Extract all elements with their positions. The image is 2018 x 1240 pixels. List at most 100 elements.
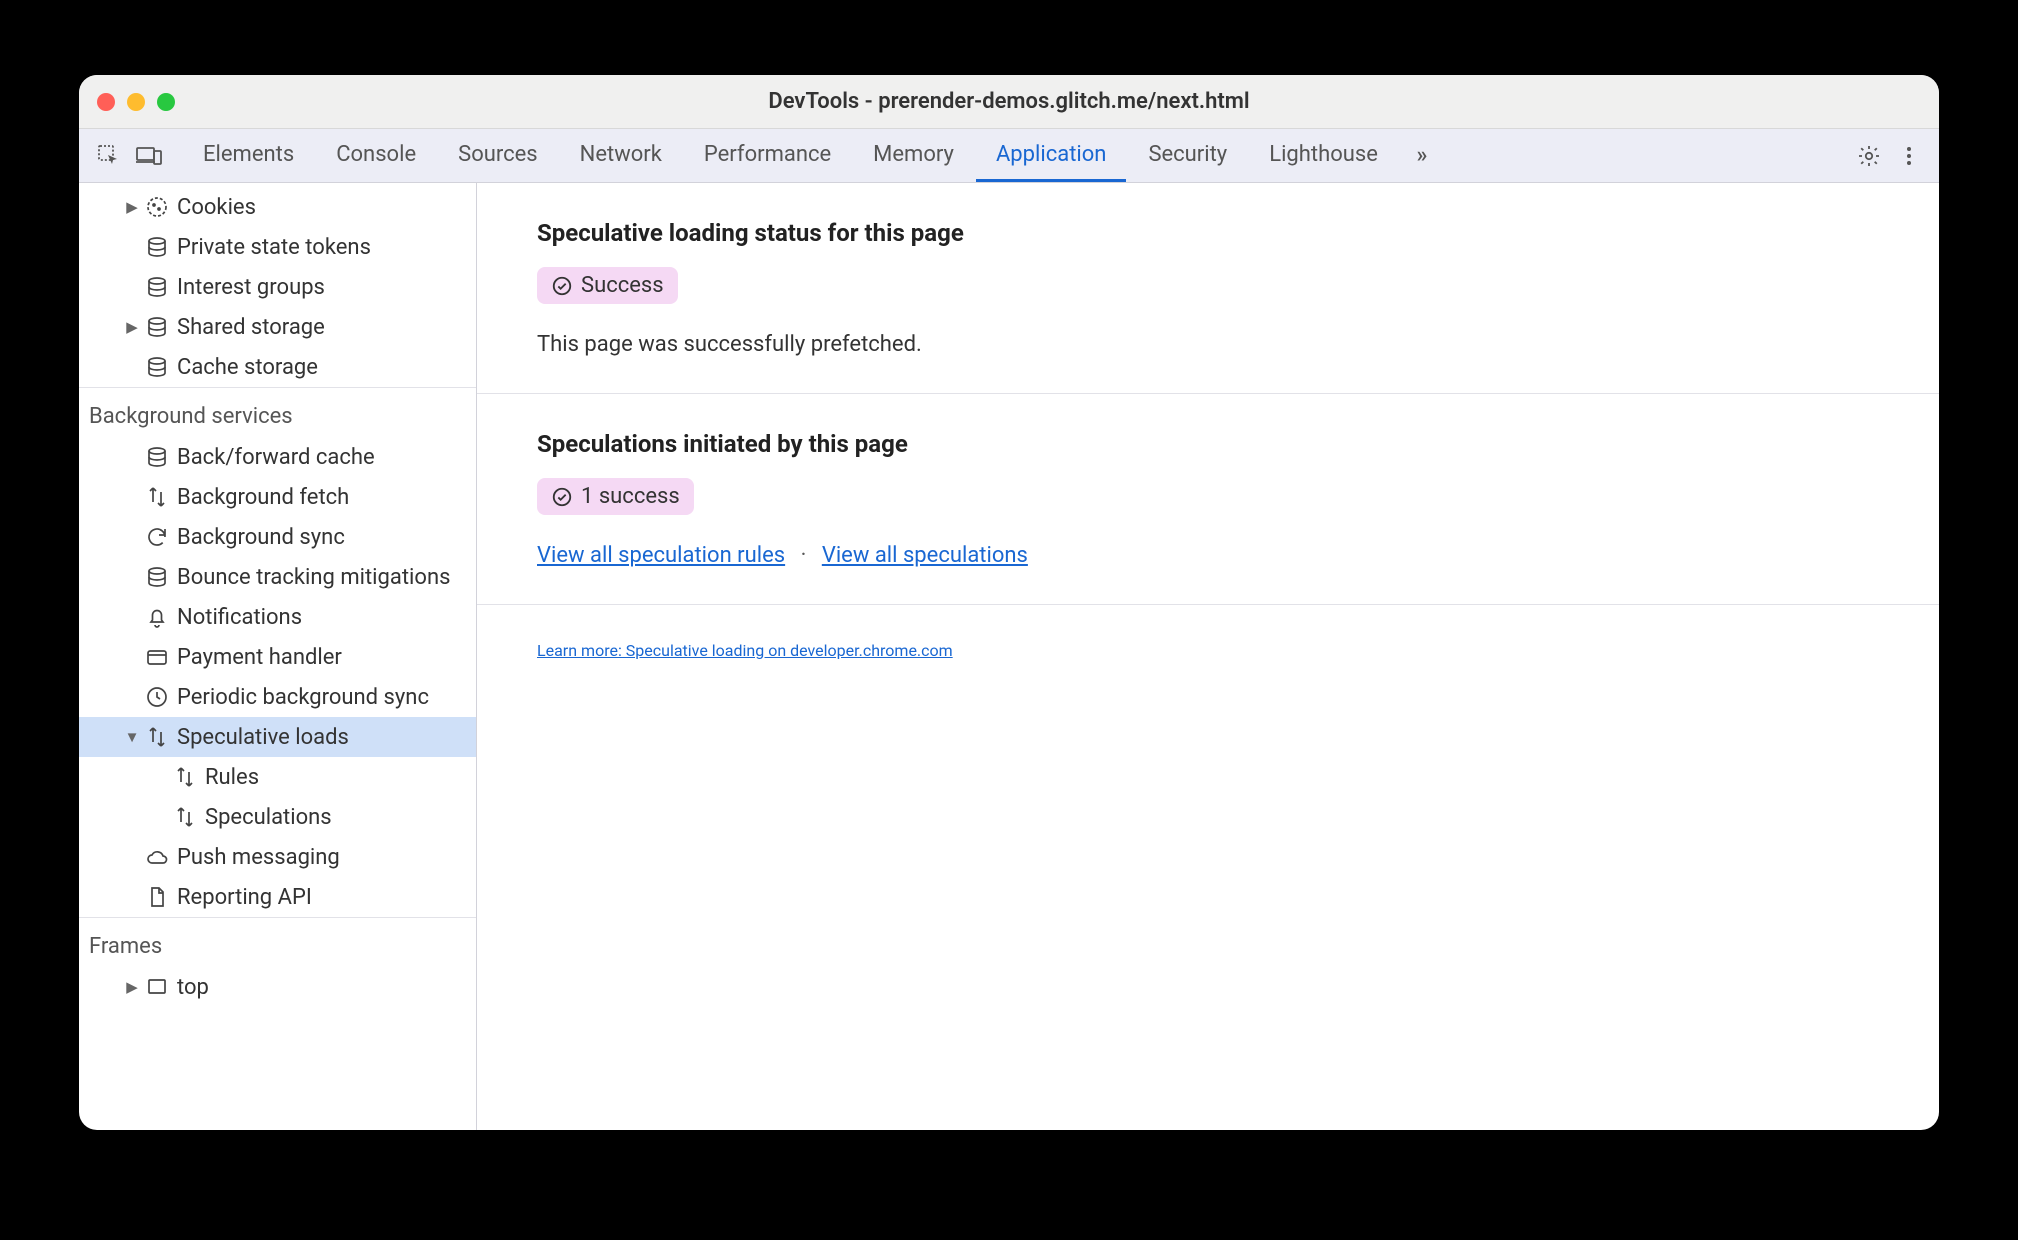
- sidebar-item-label: Push messaging: [177, 845, 340, 870]
- sidebar-item-notifications[interactable]: Notifications: [79, 597, 476, 637]
- titlebar: DevTools - prerender-demos.glitch.me/nex…: [79, 75, 1939, 129]
- speculations-badge: 1 success: [537, 478, 694, 515]
- select-element-icon[interactable]: [93, 140, 125, 172]
- expand-arrow-icon: ▶: [121, 978, 143, 996]
- device-toggle-icon[interactable]: [133, 140, 165, 172]
- sidebar-item-label: Background fetch: [177, 485, 349, 510]
- traffic-lights: [97, 93, 175, 111]
- gear-icon[interactable]: [1853, 140, 1885, 172]
- status-block: Speculative loading status for this page…: [477, 183, 1939, 394]
- main-panel: Speculative loading status for this page…: [477, 183, 1939, 1130]
- view-rules-link[interactable]: View all speculation rules: [537, 543, 785, 568]
- sidebar-item-interest-groups[interactable]: Interest groups: [79, 267, 476, 307]
- cloud-icon: [143, 845, 171, 869]
- body: ▶ Cookies Private state tokens Interest gro…: [79, 183, 1939, 1130]
- sync-icon: [143, 525, 171, 549]
- speculations-badge-label: 1 success: [581, 484, 680, 509]
- learn-more-link[interactable]: Learn more: Speculative loading on devel…: [537, 641, 953, 660]
- sidebar-item-push-messaging[interactable]: Push messaging: [79, 837, 476, 877]
- status-heading: Speculative loading status for this page: [537, 219, 1879, 247]
- db-icon: [143, 235, 171, 259]
- expand-arrow-icon: ▶: [121, 318, 143, 336]
- speculation-links: View all speculation rules · View all sp…: [537, 543, 1879, 568]
- sidebar-item-label: Payment handler: [177, 645, 342, 670]
- sidebar-item-label: Bounce tracking mitigations: [177, 565, 450, 590]
- sidebar: ▶ Cookies Private state tokens Interest gro…: [79, 183, 477, 1130]
- expand-arrow-icon: ▶: [121, 198, 143, 216]
- sidebar-item-label: Interest groups: [177, 275, 325, 300]
- updown-icon: [171, 765, 199, 789]
- updown-icon: [143, 725, 171, 749]
- window-title: DevTools - prerender-demos.glitch.me/nex…: [79, 89, 1939, 114]
- db-icon: [143, 275, 171, 299]
- sidebar-item-periodic-background-sync[interactable]: Periodic background sync: [79, 677, 476, 717]
- view-speculations-link[interactable]: View all speculations: [822, 543, 1028, 568]
- tab-elements[interactable]: Elements: [183, 129, 314, 182]
- tab-application[interactable]: Application: [976, 129, 1126, 182]
- maximize-window-button[interactable]: [157, 93, 175, 111]
- db-icon: [143, 315, 171, 339]
- sidebar-item-top[interactable]: ▶ top: [79, 967, 476, 1007]
- sidebar-item-cookies[interactable]: ▶ Cookies: [79, 187, 476, 227]
- sidebar-item-label: Background sync: [177, 525, 345, 550]
- section-header-frames: Frames: [79, 917, 476, 967]
- sidebar-item-label: Speculations: [205, 805, 332, 830]
- sidebar-item-label: Reporting API: [177, 885, 312, 910]
- db-icon: [143, 565, 171, 589]
- section-header-background-services: Background services: [79, 387, 476, 437]
- kebab-menu-icon[interactable]: [1893, 140, 1925, 172]
- speculations-block: Speculations initiated by this page 1 su…: [477, 394, 1939, 605]
- tab-memory[interactable]: Memory: [853, 129, 974, 182]
- sidebar-item-shared-storage[interactable]: ▶ Shared storage: [79, 307, 476, 347]
- status-badge: Success: [537, 267, 678, 304]
- sidebar-item-speculations[interactable]: Speculations: [79, 797, 476, 837]
- sidebar-item-bounce-tracking-mitigations[interactable]: Bounce tracking mitigations: [79, 557, 476, 597]
- separator: ·: [801, 543, 807, 568]
- sidebar-item-reporting-api[interactable]: Reporting API: [79, 877, 476, 917]
- devtools-window: DevTools - prerender-demos.glitch.me/nex…: [79, 75, 1939, 1130]
- status-description: This page was successfully prefetched.: [537, 332, 1879, 357]
- sidebar-item-label: Private state tokens: [177, 235, 371, 260]
- sidebar-item-label: Notifications: [177, 605, 302, 630]
- bell-icon: [143, 605, 171, 629]
- status-badge-label: Success: [581, 273, 664, 298]
- sidebar-item-rules[interactable]: Rules: [79, 757, 476, 797]
- learn-more-block: Learn more: Speculative loading on devel…: [477, 605, 1939, 696]
- check-circle-icon: [551, 275, 573, 297]
- sidebar-item-speculative-loads[interactable]: ▼ Speculative loads: [79, 717, 476, 757]
- sidebar-item-label: Cookies: [177, 195, 256, 220]
- tab-network[interactable]: Network: [560, 129, 682, 182]
- tab-security[interactable]: Security: [1128, 129, 1247, 182]
- sidebar-item-label: Cache storage: [177, 355, 318, 380]
- sidebar-item-label: Back/forward cache: [177, 445, 375, 470]
- minimize-window-button[interactable]: [127, 93, 145, 111]
- db-icon: [143, 445, 171, 469]
- clock-icon: [143, 685, 171, 709]
- tabs: ElementsConsoleSourcesNetworkPerformance…: [183, 129, 1398, 182]
- sidebar-item-background-sync[interactable]: Background sync: [79, 517, 476, 557]
- sidebar-item-background-fetch[interactable]: Background fetch: [79, 477, 476, 517]
- sidebar-item-private-state-tokens[interactable]: Private state tokens: [79, 227, 476, 267]
- frame-icon: [143, 975, 171, 999]
- sidebar-item-label: top: [177, 975, 209, 1000]
- updown-icon: [171, 805, 199, 829]
- sidebar-item-payment-handler[interactable]: Payment handler: [79, 637, 476, 677]
- db-icon: [143, 355, 171, 379]
- more-tabs-icon[interactable]: »: [1406, 140, 1438, 172]
- sidebar-item-back-forward-cache[interactable]: Back/forward cache: [79, 437, 476, 477]
- updown-icon: [143, 485, 171, 509]
- expand-arrow-icon: ▼: [121, 728, 143, 746]
- tab-console[interactable]: Console: [316, 129, 436, 182]
- tab-performance[interactable]: Performance: [684, 129, 851, 182]
- close-window-button[interactable]: [97, 93, 115, 111]
- sidebar-item-label: Periodic background sync: [177, 685, 429, 710]
- card-icon: [143, 645, 171, 669]
- tabbar: ElementsConsoleSourcesNetworkPerformance…: [79, 129, 1939, 183]
- tab-lighthouse[interactable]: Lighthouse: [1249, 129, 1398, 182]
- sidebar-item-cache-storage[interactable]: Cache storage: [79, 347, 476, 387]
- speculations-heading: Speculations initiated by this page: [537, 430, 1879, 458]
- sidebar-item-label: Shared storage: [177, 315, 325, 340]
- tab-sources[interactable]: Sources: [438, 129, 558, 182]
- sidebar-item-label: Rules: [205, 765, 259, 790]
- sidebar-item-label: Speculative loads: [177, 725, 349, 750]
